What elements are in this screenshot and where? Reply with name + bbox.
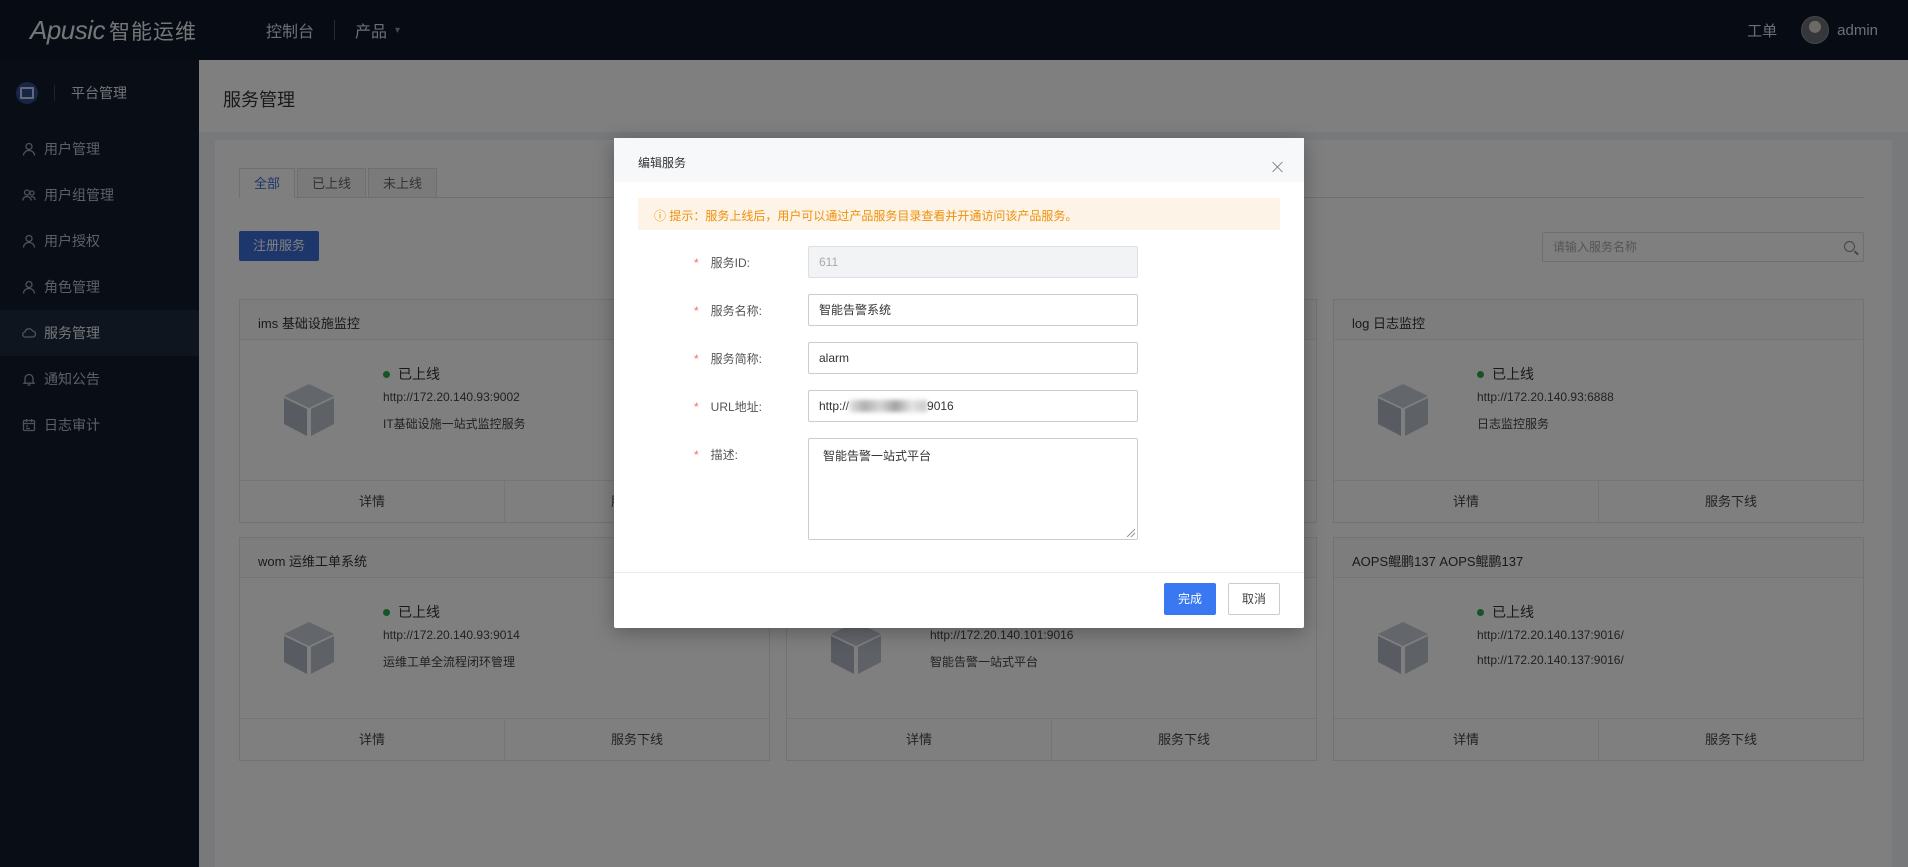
required-mark: * xyxy=(694,448,699,462)
required-mark: * xyxy=(694,400,699,414)
service-id-input: 611 xyxy=(808,246,1138,278)
field-desc: * 描述: 智能告警一站式平台 xyxy=(614,438,1304,540)
field-label: * 服务名称: xyxy=(694,302,762,319)
url-prefix: http:// xyxy=(819,399,850,413)
field-label: * 服务简称: xyxy=(694,350,762,367)
required-mark: * xyxy=(694,256,699,270)
field-label-text: 服务名称: xyxy=(710,304,763,318)
field-service-id: * 服务ID: 611 xyxy=(614,246,1304,278)
cancel-button[interactable]: 取消 xyxy=(1228,583,1280,615)
field-label-text: 描述: xyxy=(710,448,739,462)
resize-grip-icon[interactable] xyxy=(1127,529,1135,537)
dialog-title: 编辑服务 xyxy=(614,138,1304,182)
service-name-input[interactable]: 智能告警系统 xyxy=(808,294,1138,326)
field-service-short: * 服务简称: alarm xyxy=(614,342,1304,374)
field-url: * URL地址: http:// 9016 xyxy=(614,390,1304,422)
close-icon[interactable] xyxy=(1272,161,1284,173)
desc-text: 智能告警一站式平台 xyxy=(823,449,932,463)
field-label-text: 服务简称: xyxy=(710,352,763,366)
field-label: * 服务ID: xyxy=(694,254,750,271)
url-input[interactable]: http:// 9016 xyxy=(808,390,1138,422)
tip-banner: ⓘ 提示：服务上线后，用户可以通过产品服务目录查看并开通访问该产品服务。 xyxy=(638,198,1280,230)
url-suffix: 9016 xyxy=(927,399,954,413)
field-label-text: 服务ID: xyxy=(710,256,751,270)
field-label: * URL地址: xyxy=(694,398,762,415)
required-mark: * xyxy=(694,352,699,366)
dialog-footer: 完成 取消 xyxy=(614,572,1304,628)
confirm-button[interactable]: 完成 xyxy=(1164,583,1216,615)
desc-textarea[interactable]: 智能告警一站式平台 xyxy=(808,438,1138,540)
required-mark: * xyxy=(694,304,699,318)
service-short-input[interactable]: alarm xyxy=(808,342,1138,374)
field-label: * 描述: xyxy=(694,446,738,463)
redacted-area xyxy=(849,400,928,412)
edit-service-dialog: 编辑服务 ⓘ 提示：服务上线后，用户可以通过产品服务目录查看并开通访问该产品服务… xyxy=(614,138,1304,628)
field-label-text: URL地址: xyxy=(710,400,763,414)
field-service-name: * 服务名称: 智能告警系统 xyxy=(614,294,1304,326)
